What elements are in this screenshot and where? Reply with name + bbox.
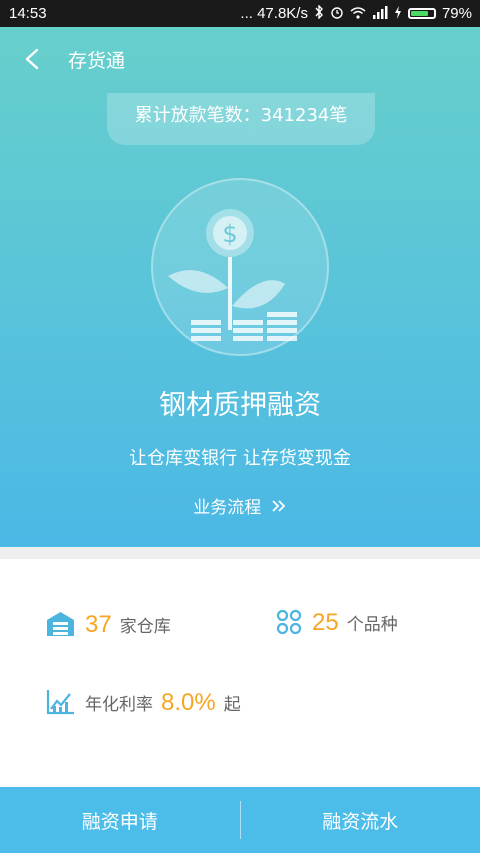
- svg-text:$: $: [222, 220, 237, 248]
- battery-icon: [407, 8, 436, 19]
- category-grid-icon: [276, 609, 302, 639]
- alarm-icon: [330, 5, 344, 22]
- warehouse-count: 37: [85, 611, 112, 638]
- rate-stat: 年化利率 8.0% 起: [46, 689, 241, 719]
- status-icons: ... 47.8K/s 79%: [240, 4, 472, 22]
- wifi-icon: [350, 6, 366, 22]
- variety-stat: 25 个品种: [276, 609, 398, 639]
- bottom-action-bar: 融资申请 融资流水: [0, 787, 480, 853]
- trend-chart-icon: [46, 689, 75, 719]
- warehouse-stat: 37 家仓库: [46, 611, 171, 641]
- status-time: 14:53: [9, 5, 47, 22]
- rate-value: 8.0%: [161, 689, 216, 716]
- double-chevron-right-icon: [271, 498, 287, 518]
- signal-icon: [372, 5, 388, 22]
- page-title: 存货通: [68, 50, 126, 72]
- hero-section: 存货通 累计放款笔数：341234笔 $ 钢材质押融资 让仓库变银行 让存货变现…: [0, 27, 480, 547]
- loan-count-text: 累计放款笔数：341234笔: [134, 105, 348, 126]
- business-process-label: 业务流程: [193, 498, 262, 518]
- variety-count: 25: [312, 609, 339, 636]
- warehouse-unit: 家仓库: [119, 617, 171, 637]
- section-divider: [0, 547, 480, 559]
- rate-unit: 起: [223, 695, 241, 715]
- product-slogan: 让仓库变银行 让存货变现金: [129, 448, 351, 469]
- financing-apply-button[interactable]: 融资申请: [0, 787, 240, 853]
- chevron-left-icon[interactable]: [22, 47, 42, 71]
- status-bar: 14:53 ... 47.8K/s 79%: [0, 0, 480, 27]
- variety-unit: 个品种: [346, 615, 398, 635]
- money-plant-icon: $: [151, 178, 329, 356]
- charging-icon: [394, 5, 402, 22]
- warehouse-icon: [46, 611, 75, 641]
- rate-label: 年化利率: [85, 695, 153, 715]
- business-process-link[interactable]: 业务流程: [0, 493, 480, 518]
- stats-panel: 37 家仓库 25 个品种 年化利率 8.0% 起: [0, 559, 480, 787]
- loan-count-banner: 累计放款笔数：341234笔: [107, 93, 375, 145]
- financing-records-button[interactable]: 融资流水: [241, 787, 480, 853]
- product-title: 钢材质押融资: [159, 390, 321, 421]
- battery-percent: 79%: [441, 5, 472, 22]
- bluetooth-icon: [314, 4, 324, 22]
- network-speed: ... 47.8K/s: [240, 5, 308, 22]
